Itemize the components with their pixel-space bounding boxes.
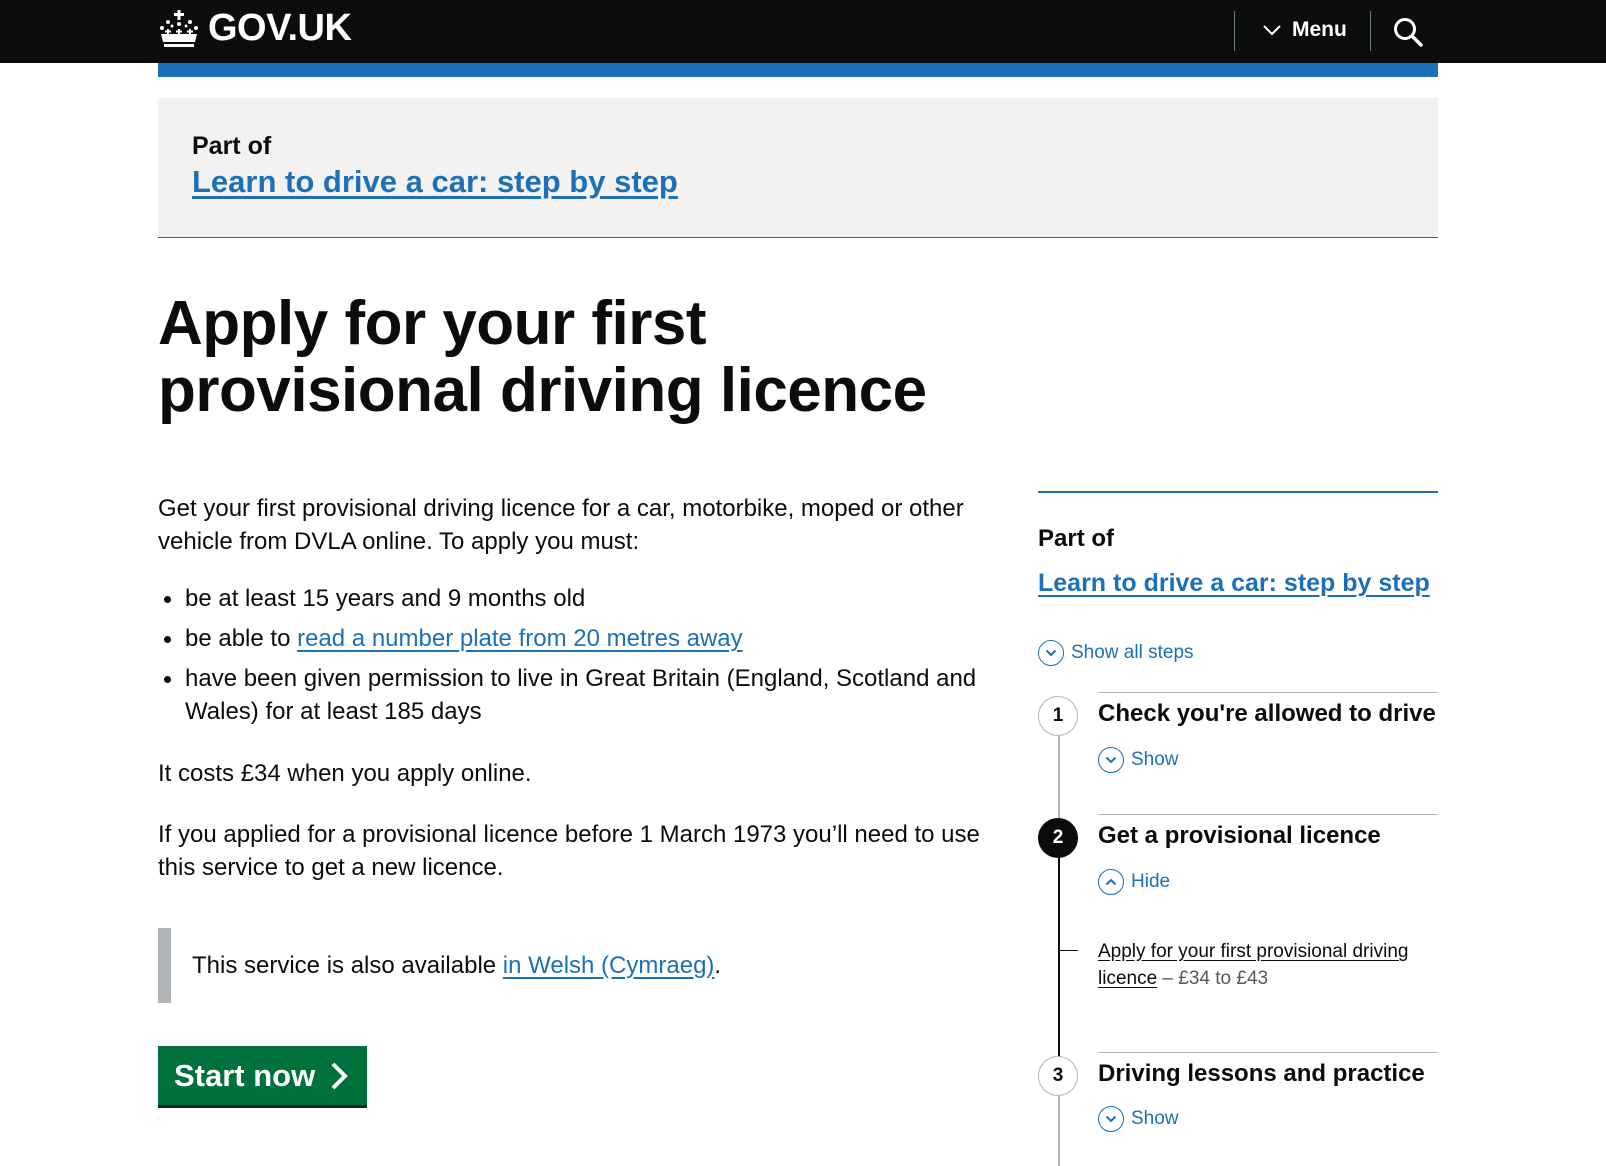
step-item-marker xyxy=(1058,950,1078,951)
sidebar-step-by-step-link[interactable]: Learn to drive a car: step by step xyxy=(1038,569,1430,598)
list-item: have been given permission to live in Gr… xyxy=(158,662,998,728)
search-icon xyxy=(1394,18,1423,47)
part-of-label: Part of xyxy=(192,132,272,160)
intro-paragraph: Get your first provisional driving licen… xyxy=(158,495,964,555)
step-title-2[interactable]: Get a provisional licence xyxy=(1098,822,1381,850)
chevron-down-circle-icon xyxy=(1098,1106,1124,1132)
step-number-3: 3 xyxy=(1038,1056,1078,1096)
step-connector-line xyxy=(1058,734,1060,820)
step-connector-line-active xyxy=(1058,856,1060,1058)
crown-icon xyxy=(160,10,198,47)
start-now-label: Start now xyxy=(174,1057,316,1093)
welsh-link[interactable]: in Welsh (Cymraeg) xyxy=(503,952,715,980)
page-title: Apply for your first provisional driving… xyxy=(158,289,927,425)
pre-1973-paragraph: If you applied for a provisional licence… xyxy=(158,821,980,881)
step-connector-line xyxy=(1058,1094,1060,1166)
step-by-step-sidebar: Part of Learn to drive a car: step by st… xyxy=(1038,491,1438,597)
list-item: be able to read a number plate from 20 m… xyxy=(158,622,998,655)
sidebar-part-of-label: Part of xyxy=(1038,525,1115,552)
chevron-up-circle-icon xyxy=(1098,869,1124,895)
step-by-step-link[interactable]: Learn to drive a car: step by step xyxy=(192,164,678,200)
header-divider xyxy=(1370,11,1371,51)
govuk-logo-link[interactable]: GOV.UK xyxy=(158,6,352,50)
step-number-2: 2 xyxy=(1038,818,1078,858)
header-blue-bar xyxy=(158,63,1438,77)
step-2-hide-button[interactable]: Hide xyxy=(1098,869,1170,895)
step-1-show-button[interactable]: Show xyxy=(1098,747,1179,773)
step-divider xyxy=(1098,692,1438,693)
menu-label: Menu xyxy=(1292,18,1347,41)
step-divider xyxy=(1098,814,1438,815)
logo-text: GOV.UK xyxy=(208,6,352,49)
step-3-show-button[interactable]: Show xyxy=(1098,1106,1179,1132)
welsh-inset: This service is also available in Welsh … xyxy=(158,928,998,1003)
menu-button[interactable]: Menu xyxy=(1262,18,1347,42)
step-number-1: 1 xyxy=(1038,696,1078,736)
chevron-right-icon xyxy=(331,1062,349,1089)
part-of-banner: Part of Learn to drive a car: step by st… xyxy=(158,98,1438,238)
step-divider xyxy=(1098,1052,1438,1053)
list-item: be at least 15 years and 9 months old xyxy=(158,582,998,615)
step-2-item: Apply for your first provisional driving… xyxy=(1098,938,1438,992)
start-now-button[interactable]: Start now xyxy=(158,1046,367,1105)
header-divider xyxy=(1234,11,1235,51)
number-plate-link[interactable]: read a number plate from 20 metres away xyxy=(297,625,743,652)
price-range: – £34 to £43 xyxy=(1157,968,1269,989)
step-title-1[interactable]: Check you're allowed to drive xyxy=(1098,700,1436,728)
chevron-down-circle-icon xyxy=(1038,640,1064,666)
site-header: GOV.UK Menu xyxy=(0,0,1606,63)
requirements-list: be at least 15 years and 9 months old be… xyxy=(158,582,998,735)
chevron-down-icon xyxy=(1263,25,1281,36)
cost-paragraph: It costs £34 when you apply online. xyxy=(158,760,532,787)
search-button[interactable] xyxy=(1392,16,1424,48)
step-title-3[interactable]: Driving lessons and practice xyxy=(1098,1060,1425,1088)
chevron-down-circle-icon xyxy=(1098,747,1124,773)
show-all-steps-button[interactable]: Show all steps xyxy=(1038,640,1194,666)
